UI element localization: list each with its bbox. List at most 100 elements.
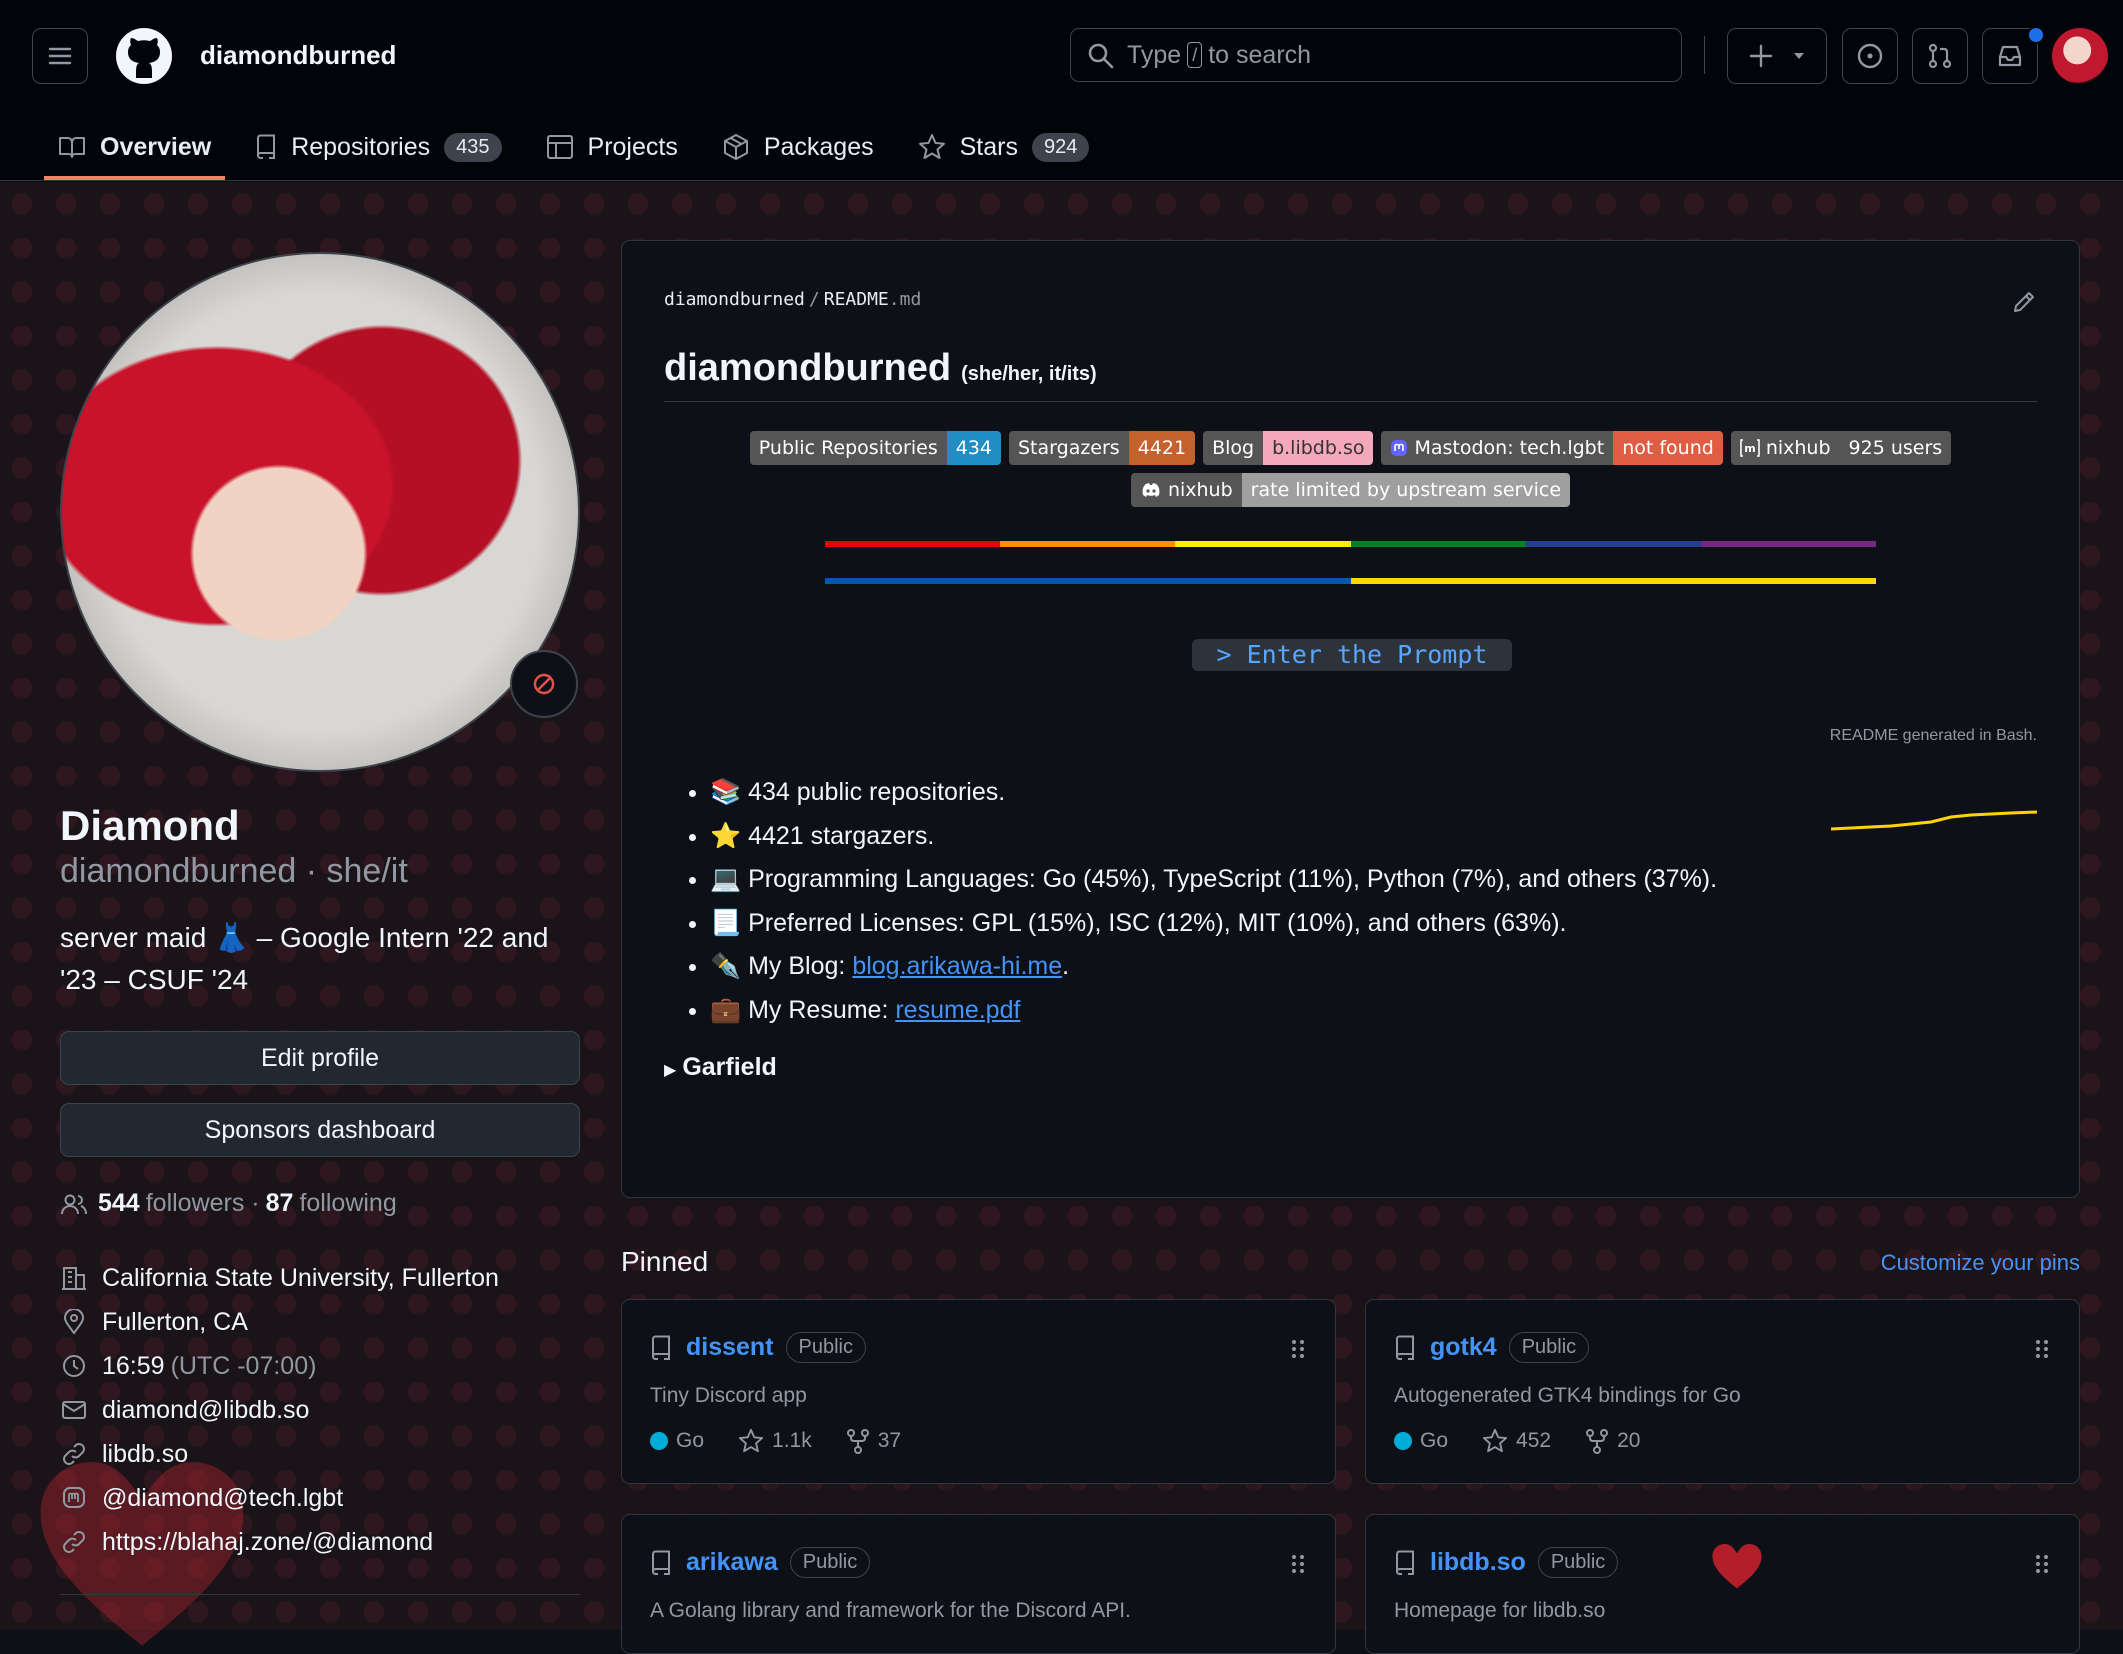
nixhub-users-badge[interactable]: m nixhub 925 users [1730, 431, 1952, 465]
page-emoji-icon: 📃 [710, 908, 742, 937]
repo-name-link[interactable]: dissent [686, 1333, 774, 1362]
star-icon [1482, 1428, 1508, 1453]
repo-name-link[interactable]: arikawa [686, 1548, 778, 1577]
badge-value: rate limited by upstream service [1241, 473, 1571, 507]
visibility-badge: Public [785, 1332, 867, 1363]
notification-dot [2027, 26, 2045, 44]
drag-handle[interactable] [1291, 1338, 1305, 1365]
create-new-button[interactable] [1727, 28, 1827, 84]
profile-avatar[interactable] [60, 252, 580, 772]
stars-link[interactable]: 452 [1482, 1428, 1551, 1454]
profile-sidebar: Diamond diamondburned · she/it server ma… [60, 252, 580, 1595]
tab-label: Overview [100, 132, 212, 161]
grabber-icon [2036, 1340, 2048, 1358]
mail-icon [62, 1401, 86, 1419]
breadcrumb-file: README [823, 289, 889, 310]
edit-profile-button[interactable]: Edit profile [60, 1031, 580, 1085]
enter-prompt-link[interactable]: > Enter the Prompt [1192, 639, 1512, 671]
readme-generated-note: README generated in Bash. [1829, 727, 2037, 744]
edit-readme-button[interactable] [2011, 289, 2037, 320]
repo-meta: Go 1.1k 37 [650, 1428, 935, 1454]
badge-value: not found [1613, 431, 1723, 465]
tab-stars[interactable]: Stars 924 [904, 118, 1104, 176]
menu-button[interactable] [32, 28, 88, 84]
language-color-dot [650, 1432, 668, 1450]
drag-handle[interactable] [2035, 1553, 2049, 1580]
search-input[interactable]: Type / to search [1070, 28, 1682, 82]
repo-icon [651, 1335, 670, 1360]
pride-stripe-segment [1350, 541, 1526, 547]
stars-link[interactable]: 1.1k [738, 1428, 812, 1454]
organization-icon [62, 1267, 86, 1290]
issues-button[interactable] [1842, 28, 1898, 84]
stars-counter: 924 [1031, 132, 1090, 162]
set-status-button[interactable] [510, 650, 578, 718]
blog-badge[interactable]: Blog b.libdb.so [1203, 431, 1374, 465]
pride-stripe-segment [1000, 541, 1176, 547]
details-summary: Garfield [682, 1053, 777, 1081]
email-link[interactable]: diamond@libdb.so [102, 1396, 309, 1425]
organization-item: California State University, Fullerton [60, 1256, 580, 1300]
repo-name-link[interactable]: gotk4 [1430, 1333, 1497, 1362]
context-username[interactable]: diamondburned [200, 40, 396, 71]
issue-opened-icon [1857, 43, 1883, 69]
repo-description: A Golang library and framework for the D… [650, 1599, 1131, 1622]
following-link[interactable]: following [299, 1189, 396, 1218]
pinned-repo-card[interactable]: arikawa Public A Golang library and fram… [621, 1514, 1336, 1654]
pride-stripe-segment [1175, 541, 1351, 547]
resume-link[interactable]: resume.pdf [895, 996, 1020, 1024]
tab-label: Stars [959, 132, 1018, 161]
location-item: Fullerton, CA [60, 1300, 580, 1344]
nixhub-discord-badge[interactable]: nixhub rate limited by upstream service [1130, 473, 1571, 507]
tab-overview[interactable]: Overview [44, 118, 226, 180]
forks-link[interactable]: 20 [1585, 1428, 1640, 1454]
badge-label: Public Repositories [749, 431, 947, 465]
user-avatar[interactable] [2052, 28, 2108, 84]
drag-handle[interactable] [2035, 1338, 2049, 1365]
mastodon-icon [1391, 440, 1408, 456]
social-link[interactable]: https://blahaj.zone/@diamond [102, 1528, 433, 1557]
profile-details: California State University, Fullerton F… [60, 1256, 580, 1564]
profile-bio: server maid 👗 – Google Intern '22 and '2… [60, 922, 549, 995]
breadcrumb-user-link[interactable]: diamondburned [664, 289, 805, 310]
drag-handle[interactable] [1291, 1553, 1305, 1580]
blog-label: My Blog: [748, 952, 846, 980]
blog-link[interactable]: blog.arikawa-hi.me [852, 952, 1062, 980]
stat-text: Preferred Licenses: GPL (15%), ISC (12%)… [748, 908, 1567, 937]
breadcrumb-separator: / [808, 289, 820, 310]
people-icon [61, 1194, 87, 1214]
local-time-item: 16:59 (UTC -07:00) [60, 1344, 580, 1388]
tab-packages[interactable]: Packages [708, 118, 888, 176]
badge-label: Mastodon: tech.lgbt [1414, 437, 1605, 459]
fork-icon [846, 1429, 869, 1454]
readme-stats-list: 📚 434 public repositories. ⭐ 4421 starga… [684, 771, 1717, 1032]
garfield-details-toggle[interactable]: ▶ Garfield [664, 1053, 777, 1082]
following-count[interactable]: 87 [266, 1189, 294, 1218]
mastodon-link[interactable]: @diamond@tech.lgbt [102, 1484, 343, 1513]
sponsors-dashboard-button[interactable]: Sponsors dashboard [60, 1103, 580, 1157]
tab-projects[interactable]: Projects [532, 118, 692, 176]
followers-count[interactable]: 544 [98, 1189, 140, 1218]
github-logo-icon[interactable] [116, 28, 172, 84]
stargazers-badge[interactable]: Stargazers 4421 [1009, 431, 1196, 465]
forks-link[interactable]: 37 [846, 1428, 901, 1454]
resume-label: My Resume: [748, 995, 889, 1024]
repo-name-link[interactable]: libdb.so [1430, 1548, 1526, 1577]
website-link[interactable]: libdb.so [102, 1440, 188, 1469]
customize-pins-link[interactable]: Customize your pins [1881, 1250, 2080, 1276]
tab-label: Repositories [291, 132, 431, 161]
search-placeholder-before: Type [1127, 40, 1182, 69]
pinned-repo-card[interactable]: dissent Public Tiny Discord app Go 1.1k … [621, 1299, 1336, 1484]
pencil-icon [2014, 292, 2034, 312]
mastodon-badge[interactable]: Mastodon: tech.lgbt not found [1381, 431, 1723, 465]
followers-link[interactable]: followers · [146, 1189, 260, 1218]
tab-repositories[interactable]: Repositories 435 [241, 118, 515, 176]
repo-language: Go [676, 1429, 705, 1452]
public-repositories-badge[interactable]: Public Repositories 434 [749, 431, 1001, 465]
triangle-down-icon [1794, 53, 1804, 59]
repo-stars: 1.1k [772, 1429, 812, 1452]
readme-heading: diamondburned (she/her, it/its) [664, 347, 1097, 390]
badge-label: nixhub [1167, 479, 1233, 501]
pinned-repo-card[interactable]: gotk4 Public Autogenerated GTK4 bindings… [1365, 1299, 2080, 1484]
pull-requests-button[interactable] [1912, 28, 1968, 84]
